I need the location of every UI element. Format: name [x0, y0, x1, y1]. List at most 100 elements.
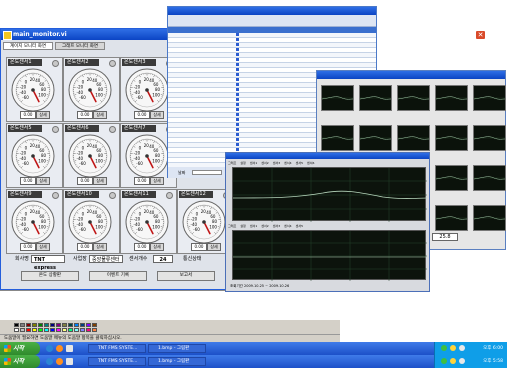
graph-mid-toolbar: 그래프 설정 센서1 센서2 센서3 센서4 센서5: [228, 223, 426, 229]
mini-chart[interactable]: [397, 85, 430, 111]
graph-title-bar[interactable]: [226, 153, 429, 159]
close-icon[interactable]: ✕: [475, 30, 486, 40]
palette-color-swatch[interactable]: [50, 328, 55, 332]
palette-color-swatch[interactable]: [56, 323, 61, 327]
graph-toolbar-item[interactable]: 센서4: [284, 224, 291, 228]
tray-icon[interactable]: [450, 345, 456, 351]
gauge-detail-button[interactable]: 상세: [36, 177, 50, 185]
graph-toolbar-item[interactable]: 센서2: [261, 161, 268, 165]
company-value: TNT express: [31, 255, 65, 271]
spreadsheet-title-bar[interactable]: [168, 7, 376, 15]
mini-chart[interactable]: [435, 125, 468, 151]
gauge-detail-button[interactable]: 상세: [93, 111, 107, 119]
mini-chart[interactable]: [473, 85, 506, 111]
mini-chart[interactable]: [321, 85, 354, 111]
mini-chart[interactable]: [473, 165, 506, 191]
mini-chart[interactable]: [435, 165, 468, 191]
graph-toolbar-item[interactable]: 그래프: [228, 161, 236, 165]
tray-icon[interactable]: [441, 358, 447, 364]
graph-toolbar-item[interactable]: 센서5: [296, 224, 303, 228]
event-log-button[interactable]: 이벤트 기록: [89, 271, 147, 281]
palette-color-swatch[interactable]: [68, 323, 73, 327]
palette-color-swatch[interactable]: [14, 323, 19, 327]
graph-toolbar-item[interactable]: 센서5: [296, 161, 303, 165]
graph-panel-bottom[interactable]: [232, 230, 427, 281]
palette-color-swatch[interactable]: [68, 328, 73, 332]
gauge-detail-button[interactable]: 상세: [93, 177, 107, 185]
quick-launch-icon[interactable]: [56, 358, 63, 365]
palette-color-swatch[interactable]: [32, 323, 37, 327]
palette-color-swatch[interactable]: [56, 328, 61, 332]
gauge-detail-button[interactable]: 상세: [93, 243, 107, 251]
graph-panel-top[interactable]: [232, 167, 427, 222]
palette-color-swatch[interactable]: [92, 328, 97, 332]
gauge-detail-button[interactable]: 상세: [207, 243, 221, 251]
grid-title-bar[interactable]: [317, 71, 505, 79]
graph-toolbar-item[interactable]: 그래프: [228, 224, 236, 228]
gauge-detail-button[interactable]: 상세: [36, 111, 50, 119]
gauge-tick-label: 80: [155, 219, 161, 224]
palette-color-swatch[interactable]: [38, 323, 43, 327]
graph-toolbar-item[interactable]: 센서1: [250, 224, 257, 228]
graph-toolbar-item[interactable]: 센서1: [250, 161, 257, 165]
palette-color-swatch[interactable]: [74, 323, 79, 327]
graph-toolbar-item[interactable]: 센서6: [307, 161, 314, 165]
graph-toolbar-item[interactable]: 센서3: [273, 224, 280, 228]
graph-toolbar-item[interactable]: 센서2: [261, 224, 268, 228]
palette-color-swatch[interactable]: [62, 328, 67, 332]
tray-icon[interactable]: [459, 358, 465, 364]
palette-color-swatch[interactable]: [50, 323, 55, 327]
mini-chart[interactable]: [359, 85, 392, 111]
mini-chart[interactable]: [435, 85, 468, 111]
quick-launch-icon[interactable]: [46, 345, 53, 352]
gauge-detail-button[interactable]: 상세: [36, 243, 50, 251]
palette-color-swatch[interactable]: [32, 328, 37, 332]
palette-color-swatch[interactable]: [14, 328, 19, 332]
palette-color-swatch[interactable]: [92, 323, 97, 327]
graph-toolbar-item[interactable]: 설정: [240, 224, 246, 228]
taskbar-item[interactable]: TNT FMS SYSTE...: [88, 344, 146, 353]
taskbar-item[interactable]: TNT FMS SYSTE...: [88, 357, 146, 366]
gauge-value: 0.00: [77, 243, 93, 251]
palette-color-swatch[interactable]: [80, 328, 85, 332]
palette-color-swatch[interactable]: [44, 328, 49, 332]
color-palette[interactable]: [2, 323, 162, 333]
palette-color-swatch[interactable]: [86, 323, 91, 327]
graph-toolbar-item[interactable]: 센서4: [284, 161, 291, 165]
palette-color-swatch[interactable]: [44, 323, 49, 327]
graph-toolbar-item[interactable]: 센서3: [273, 161, 280, 165]
tray-icon[interactable]: [441, 345, 447, 351]
gauge-detail-button[interactable]: 상세: [150, 243, 164, 251]
mini-chart[interactable]: [359, 125, 392, 151]
palette-color-swatch[interactable]: [62, 323, 67, 327]
tray-icon[interactable]: [459, 345, 465, 351]
paint-canvas[interactable]: [0, 290, 340, 320]
palette-color-swatch[interactable]: [74, 328, 79, 332]
report-button[interactable]: 보고서: [157, 271, 215, 281]
temperature-board-button[interactable]: 온도 상황판: [21, 271, 79, 281]
quick-launch-icon[interactable]: [46, 358, 53, 365]
gauge-detail-button[interactable]: 상세: [150, 177, 164, 185]
quick-launch-icon[interactable]: [66, 358, 73, 365]
mini-chart[interactable]: [397, 125, 430, 151]
gauge-detail-button[interactable]: 상세: [150, 111, 164, 119]
quick-launch-icon[interactable]: [56, 345, 63, 352]
status-led-icon: [52, 192, 59, 199]
date-field[interactable]: [192, 170, 222, 175]
graph-toolbar-item[interactable]: 설정: [240, 161, 246, 165]
palette-color-swatch[interactable]: [26, 328, 31, 332]
mini-chart[interactable]: [435, 205, 468, 231]
palette-color-swatch[interactable]: [26, 323, 31, 327]
mini-chart[interactable]: [473, 205, 506, 231]
mini-chart[interactable]: [473, 125, 506, 151]
quick-launch-icon[interactable]: [66, 345, 73, 352]
mini-chart[interactable]: [321, 125, 354, 151]
palette-color-swatch[interactable]: [20, 323, 25, 327]
palette-color-swatch[interactable]: [86, 328, 91, 332]
taskbar-item[interactable]: 1.bmp - 그림판: [148, 357, 206, 366]
palette-color-swatch[interactable]: [38, 328, 43, 332]
taskbar-item[interactable]: 1.bmp - 그림판: [148, 344, 206, 353]
palette-color-swatch[interactable]: [20, 328, 25, 332]
tray-icon[interactable]: [450, 358, 456, 364]
palette-color-swatch[interactable]: [80, 323, 85, 327]
